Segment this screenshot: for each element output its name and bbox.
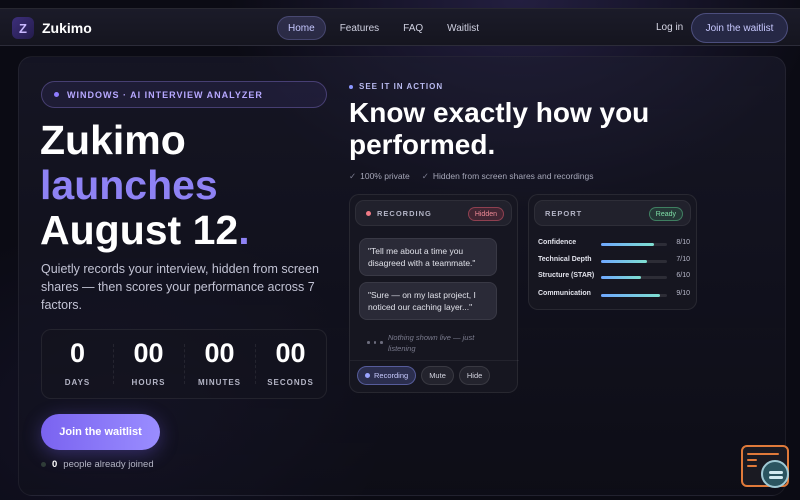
report-card: REPORT Ready Confidence 8/10 Technical D… <box>528 194 697 310</box>
hero-title: Zukimo launches August 12. <box>40 118 250 253</box>
metric-track <box>601 243 667 246</box>
nav-link-faq[interactable]: FAQ <box>393 16 433 40</box>
widget-line <box>747 465 757 467</box>
hidden-badge: Hidden <box>467 207 504 221</box>
login-link[interactable]: Log in <box>656 22 683 33</box>
metric-row: Communication 9/10 <box>538 290 690 302</box>
question-bubble: "Tell me about a time you disagreed with… <box>359 238 497 276</box>
metric-name: Communication <box>538 290 591 297</box>
countdown-days: 0 DAYS <box>42 330 113 398</box>
recording-toggle-label: Recording <box>374 371 409 380</box>
metric-value: 6/10 <box>676 272 690 279</box>
privacy-checks: ✓ 100% private ✓ Hidden from screen shares… <box>349 171 594 182</box>
demo-eyebrow: SEE IT IN ACTION <box>349 82 443 91</box>
metric-fill <box>601 294 661 297</box>
hero-join-waitlist-button[interactable]: Join the waitlist <box>41 414 160 450</box>
logo-z-icon[interactable]: Z <box>12 17 34 39</box>
metric-row: Technical Depth 7/10 <box>538 256 690 268</box>
metric-fill <box>601 260 648 263</box>
recording-card-header: RECORDING Hidden <box>355 200 512 226</box>
ready-badge: Ready <box>648 207 683 221</box>
listening-status: Nothing shown live — just listening <box>388 333 475 353</box>
waitlist-count: 0 people already joined <box>41 459 154 470</box>
check-icon: ✓ <box>349 171 357 181</box>
check-item-hidden-text: Hidden from screen shares and recordings <box>432 171 594 181</box>
countdown-days-value: 0 <box>69 338 86 368</box>
hero-title-period: . <box>238 207 250 253</box>
record-dot-icon <box>366 211 371 216</box>
demo-eyebrow-text: SEE IT IN ACTION <box>359 82 444 91</box>
metric-value: 9/10 <box>676 290 690 297</box>
recording-divider <box>350 360 519 361</box>
widget-line <box>747 453 779 455</box>
recording-dot-icon <box>365 373 370 378</box>
recording-card: RECORDING Hidden "Tell me about a time y… <box>349 194 519 393</box>
countdown-seconds: 00 SECONDS <box>255 330 326 398</box>
feedback-widget-icon[interactable] <box>741 445 789 488</box>
recording-toggle-button[interactable]: Recording <box>357 366 417 385</box>
metric-name: Confidence <box>538 239 577 246</box>
countdown-minutes: 00 MINUTES <box>184 330 255 398</box>
joined-text: people already joined <box>63 459 154 470</box>
brand-name[interactable]: Zukimo <box>42 20 92 36</box>
report-card-header: REPORT Ready <box>534 200 691 226</box>
countdown-hours-label: HOURS <box>131 378 166 387</box>
countdown-minutes-value: 00 <box>204 338 235 368</box>
metric-fill <box>601 243 654 246</box>
answer-bubble: "Sure — on my last project, I noticed ou… <box>359 282 497 320</box>
countdown-hours-value: 00 <box>133 338 164 368</box>
recording-controls: Recording Mute Hide <box>357 366 491 385</box>
typing-dots-icon <box>367 341 383 344</box>
hero-title-line3: August 12. <box>40 208 250 253</box>
hide-button[interactable]: Hide <box>458 366 491 385</box>
metric-track <box>601 260 667 263</box>
widget-line <box>747 459 757 461</box>
report-label: REPORT <box>545 209 583 218</box>
nav-link-waitlist[interactable]: Waitlist <box>437 16 489 40</box>
hero-title-date: August 12 <box>40 207 239 253</box>
countdown-days-label: DAYS <box>64 378 91 387</box>
recording-label: RECORDING <box>377 209 432 218</box>
widget-chat-icon <box>761 460 789 488</box>
check-item-private-text: 100% private <box>360 171 410 181</box>
top-navbar: Z Zukimo Home Features FAQ Waitlist Log … <box>0 8 800 46</box>
pill-dot-icon <box>54 92 59 97</box>
nav-link-features[interactable]: Features <box>330 16 389 40</box>
countdown-seconds-value: 00 <box>275 338 306 368</box>
nav-link-home[interactable]: Home <box>277 16 326 40</box>
hero-title-line2: launches <box>40 162 218 208</box>
metric-row: Confidence 8/10 <box>538 239 690 251</box>
metric-fill <box>601 276 641 279</box>
mute-button[interactable]: Mute <box>421 366 454 385</box>
eyebrow-dot-icon <box>349 84 353 89</box>
countdown-hours: 00 HOURS <box>113 330 184 398</box>
platform-pill: WINDOWS · AI INTERVIEW ANALYZER <box>41 81 327 108</box>
demo-title: Know exactly how you performed. <box>349 97 650 160</box>
check-item-hidden: ✓ Hidden from screen shares and recording… <box>422 171 594 182</box>
nav-links: Home Features FAQ Waitlist <box>277 16 489 40</box>
countdown-seconds-label: SECONDS <box>267 378 314 387</box>
metric-name: Structure (STAR) <box>538 272 595 279</box>
metric-value: 7/10 <box>676 256 690 263</box>
nav-join-waitlist-button[interactable]: Join the waitlist <box>691 13 788 43</box>
status-dot-icon <box>41 462 46 467</box>
metric-value: 8/10 <box>676 239 690 246</box>
check-item-private: ✓ 100% private <box>349 171 410 182</box>
check-icon: ✓ <box>421 171 429 181</box>
metric-track <box>601 294 667 297</box>
hero-title-line1: Zukimo <box>40 117 186 163</box>
countdown-minutes-label: MINUTES <box>198 378 241 387</box>
metric-track <box>601 276 667 279</box>
launch-countdown: 0 DAYS 00 HOURS 00 MINUTES 00 SECONDS <box>41 329 327 399</box>
hero-description: Quietly records your interview, hidden f… <box>41 262 319 312</box>
metric-name: Technical Depth <box>538 256 592 263</box>
pill-text: WINDOWS · AI INTERVIEW ANALYZER <box>67 89 263 100</box>
joined-count: 0 <box>52 459 58 470</box>
metric-row: Structure (STAR) 6/10 <box>538 272 690 284</box>
